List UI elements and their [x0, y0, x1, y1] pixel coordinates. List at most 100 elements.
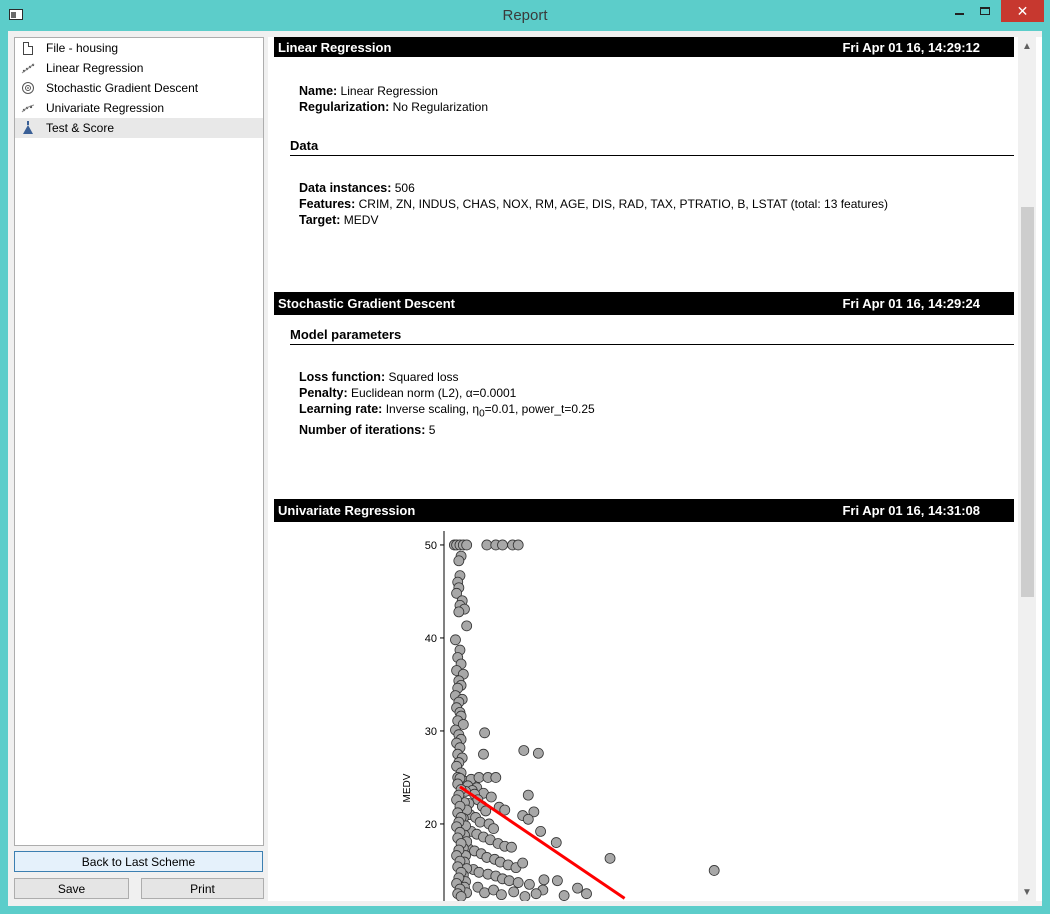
- minimize-icon: [954, 12, 964, 15]
- section-timestamp: Fri Apr 01 16, 14:31:08: [842, 503, 980, 518]
- data-point: [479, 727, 490, 739]
- flask-icon: [21, 121, 35, 135]
- data-point: [550, 837, 562, 848]
- sidebar-item-univariate-regression[interactable]: Univariate Regression: [15, 98, 263, 118]
- close-icon: ✕: [1016, 2, 1029, 19]
- data-point: [453, 555, 465, 567]
- maximize-icon: [980, 7, 990, 15]
- print-button[interactable]: Print: [141, 878, 264, 899]
- sidebar-item-sgd[interactable]: Stochastic Gradient Descent: [15, 78, 263, 98]
- data-point: [455, 891, 467, 901]
- data-point: [522, 789, 534, 801]
- data-point: [530, 888, 542, 900]
- sidebar-item-label: Linear Regression: [46, 61, 144, 75]
- section-title: Linear Regression: [278, 39, 392, 55]
- features-value: CRIM, ZN, INDUS, CHAS, NOX, RM, AGE, DIS…: [355, 197, 889, 211]
- data-point: [532, 747, 544, 759]
- sidebar-item-test-score[interactable]: Test & Score: [15, 118, 263, 138]
- data-point: [517, 857, 529, 869]
- close-button[interactable]: ✕: [1001, 0, 1044, 22]
- data-point: [473, 772, 485, 783]
- target-value: MEDV: [340, 213, 379, 227]
- data-point: [558, 890, 570, 901]
- title-bar: Report ✕: [0, 0, 1050, 32]
- back-to-last-scheme-button[interactable]: Back to Last Scheme: [14, 851, 263, 872]
- data-point: [461, 539, 473, 551]
- y-tick-label: 40: [425, 633, 437, 645]
- data-point: [572, 882, 583, 894]
- data-point: [478, 748, 489, 760]
- data-point: [488, 823, 499, 835]
- data-point: [535, 825, 547, 837]
- report-view[interactable]: Linear Regression Fri Apr 01 16, 14:29:1…: [268, 37, 1042, 901]
- data-point: [519, 891, 531, 901]
- data-point: [479, 887, 490, 899]
- data-point: [473, 866, 485, 878]
- learning-rate-value: Inverse scaling, η0=0.01, power_t=0.25: [382, 402, 595, 420]
- sgd-icon: [21, 81, 35, 95]
- data-point: [523, 878, 535, 890]
- file-icon: [21, 41, 35, 55]
- sidebar-item-label: File - housing: [46, 41, 119, 55]
- sgd-parameters: Loss function: Squared loss Penalty: Euc…: [299, 370, 595, 438]
- sidebar-item-file-housing[interactable]: File - housing: [15, 38, 263, 58]
- section-header-univariate-regression: Univariate Regression Fri Apr 01 16, 14:…: [274, 499, 1014, 522]
- sidebar-item-linear-regression[interactable]: Linear Regression: [15, 58, 263, 78]
- data-point: [581, 888, 592, 900]
- data-point: [506, 841, 517, 853]
- data-point: [497, 539, 508, 551]
- minimize-button[interactable]: [946, 0, 972, 22]
- iterations-value: 5: [425, 423, 436, 438]
- window-client: File - housing Linear Regression Stochas…: [8, 31, 1042, 906]
- maximize-button[interactable]: [972, 0, 998, 22]
- univariate-regression-icon: [21, 101, 35, 115]
- data-heading: Data: [290, 138, 1014, 156]
- y-axis-label: MEDV: [402, 773, 413, 802]
- sidebar-item-label: Univariate Regression: [46, 101, 165, 115]
- sidebar-item-label: Test & Score: [46, 121, 115, 135]
- linear-regression-icon: [21, 61, 35, 75]
- model-info: Name: Linear Regression Regularization: …: [299, 84, 489, 114]
- section-header-sgd: Stochastic Gradient Descent Fri Apr 01 1…: [274, 292, 1014, 315]
- loss-value: Squared loss: [385, 370, 459, 384]
- data-point: [708, 865, 720, 876]
- univariate-regression-plot: MEDV 20 30 40 50: [402, 531, 720, 901]
- data-point: [481, 539, 493, 551]
- data-point: [450, 634, 461, 646]
- section-timestamp: Fri Apr 01 16, 14:29:24: [842, 296, 980, 311]
- data-point: [518, 745, 530, 756]
- regularization-value: No Regularization: [389, 100, 489, 114]
- scroll-down-arrow-icon[interactable]: ▼: [1018, 883, 1036, 901]
- data-point: [490, 772, 502, 783]
- y-tick-label: 50: [425, 540, 437, 552]
- data-point: [503, 875, 515, 887]
- y-tick-label: 30: [425, 726, 437, 738]
- data-point: [508, 886, 520, 898]
- window-title: Report: [502, 7, 548, 24]
- data-point: [604, 852, 616, 864]
- penalty-value: Euclidean norm (L2), α=0.0001: [347, 386, 517, 400]
- data-point: [485, 791, 497, 803]
- data-point: [512, 877, 524, 888]
- model-name-value: Linear Regression: [337, 84, 438, 98]
- scroll-thumb[interactable]: [1021, 207, 1034, 597]
- data-point: [538, 874, 550, 886]
- model-parameters-heading: Model parameters: [290, 327, 1014, 345]
- data-point: [522, 813, 534, 825]
- y-tick-label: 20: [425, 819, 437, 831]
- section-header-linear-regression: Linear Regression Fri Apr 01 16, 14:29:1…: [274, 37, 1014, 57]
- sidebar-item-label: Stochastic Gradient Descent: [46, 81, 199, 95]
- report-items-list[interactable]: File - housing Linear Regression Stochas…: [14, 37, 264, 846]
- data-point: [453, 606, 465, 618]
- data-point: [461, 620, 473, 632]
- data-info: Data instances: 506 Features: CRIM, ZN, …: [299, 181, 889, 227]
- section-title: Univariate Regression: [278, 503, 416, 518]
- section-title: Stochastic Gradient Descent: [278, 296, 455, 311]
- save-button[interactable]: Save: [14, 878, 129, 899]
- data-point: [474, 816, 486, 828]
- data-point: [495, 889, 507, 901]
- vertical-scrollbar[interactable]: ▲ ▼: [1018, 37, 1036, 901]
- section-timestamp: Fri Apr 01 16, 14:29:12: [842, 39, 980, 55]
- scroll-up-arrow-icon[interactable]: ▲: [1018, 37, 1036, 55]
- data-point: [551, 875, 563, 887]
